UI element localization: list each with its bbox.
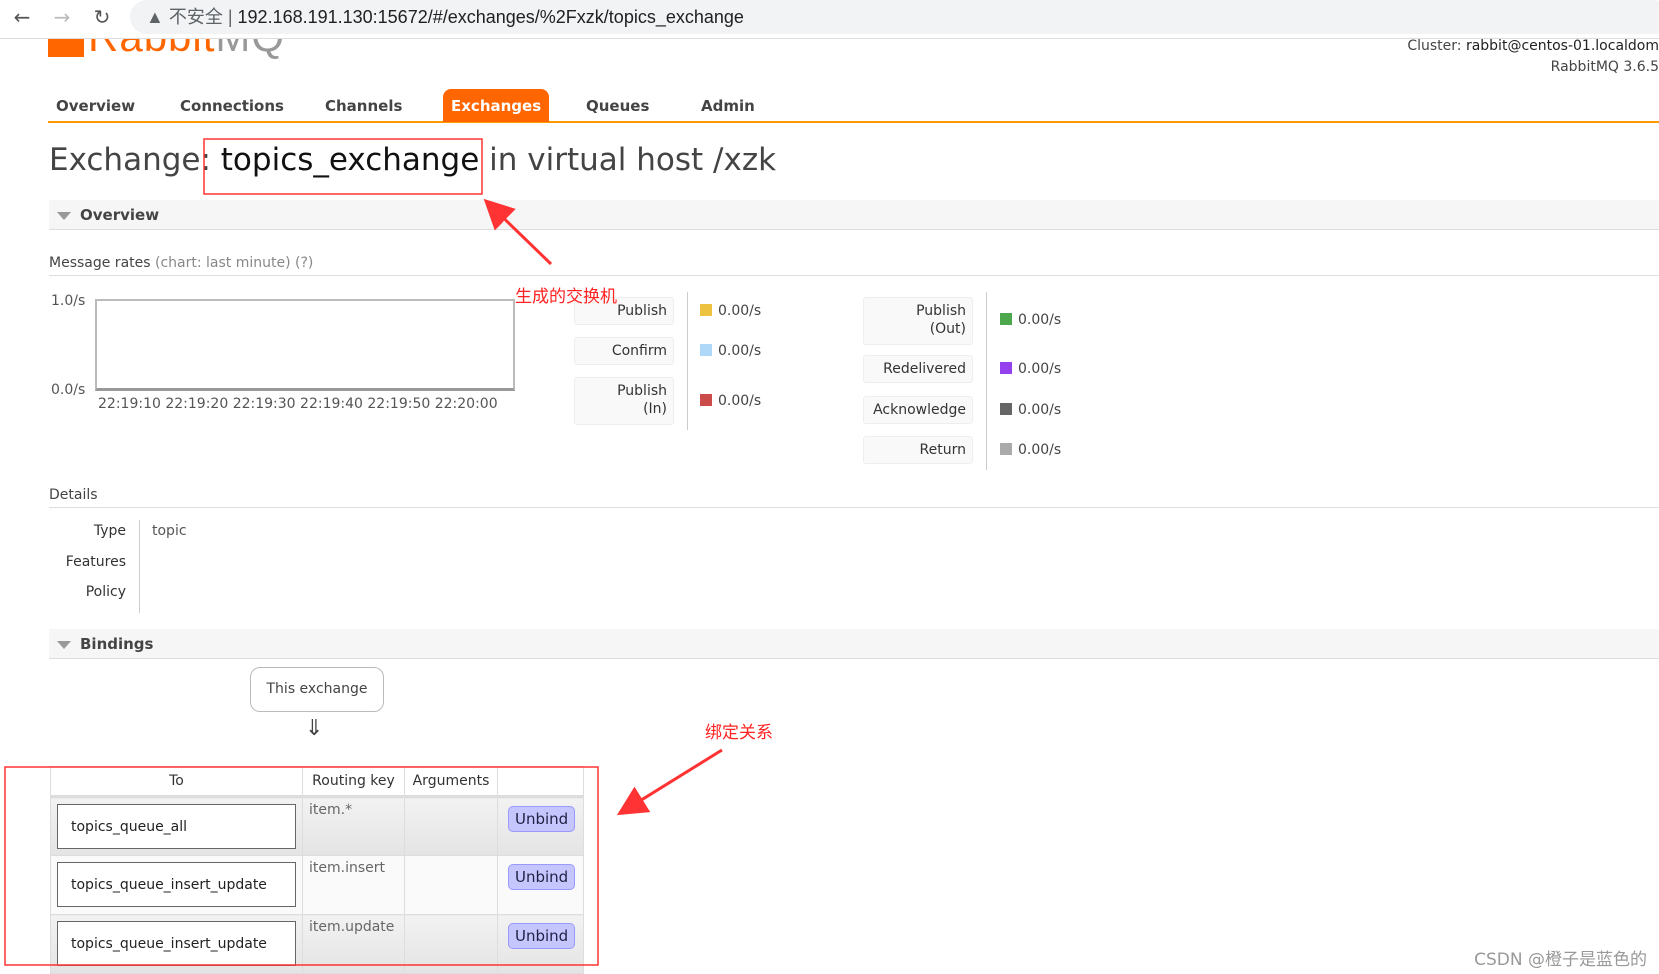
- exchange-annotation: 生成的交换机: [515, 287, 617, 307]
- exchange-arrow: [483, 198, 553, 266]
- exchange-highlight-box: [203, 138, 483, 195]
- watermark: CSDN @橙子是蓝色的: [1474, 950, 1647, 970]
- bindings-highlight-box: [4, 766, 599, 966]
- binding-arrow: [616, 748, 723, 816]
- binding-annotation: 绑定关系: [705, 723, 773, 743]
- annotation-overlay: [4, 138, 723, 966]
